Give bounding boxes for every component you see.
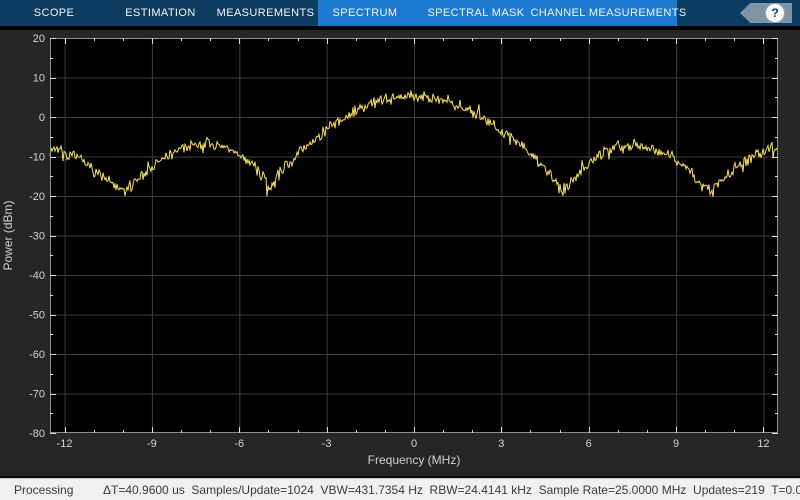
svg-text:-20: -20 [29, 191, 45, 203]
svg-text:0: 0 [411, 438, 417, 450]
x-axis-label: Frequency (MHz) [368, 453, 461, 467]
x-axis-tick-labels: -12 -9 -6 -3 0 3 6 9 12 [57, 438, 770, 450]
tab-spectral-mask[interactable]: SPECTRAL MASK [412, 0, 540, 26]
svg-text:-9: -9 [147, 438, 157, 450]
toolstrip: SCOPE ESTIMATION MEASUREMENTS SPECTRUM S… [0, 0, 800, 26]
status-stats: ΔT=40.9600 us Samples/Update=1024 VBW=43… [103, 483, 800, 497]
tab-estimation[interactable]: ESTIMATION [108, 0, 213, 26]
svg-text:10: 10 [33, 73, 45, 85]
svg-text:-12: -12 [57, 438, 73, 450]
contextual-tab-group: SPECTRUM SPECTRAL MASK CHANNEL MEASUREME… [318, 0, 677, 26]
spectrum-plot: -12-9-6-303691220100-10-20-30-40-50-60-7… [0, 30, 800, 476]
svg-text:-3: -3 [322, 438, 332, 450]
tab-scope[interactable]: SCOPE [0, 0, 108, 26]
status-bar: Processing ΔT=40.9600 us Samples/Update=… [0, 478, 800, 500]
svg-text:6: 6 [586, 438, 592, 450]
svg-text:-10: -10 [29, 152, 45, 164]
svg-text:9: 9 [673, 438, 679, 450]
svg-text:-40: -40 [29, 270, 45, 282]
svg-text:3: 3 [498, 438, 504, 450]
svg-text:-30: -30 [29, 231, 45, 243]
svg-text:-6: -6 [234, 438, 244, 450]
help-icon[interactable]: ? [765, 3, 785, 23]
svg-text:-50: -50 [29, 310, 45, 322]
spectrum-analyzer-display: -12-9-6-303691220100-10-20-30-40-50-60-7… [0, 30, 800, 476]
status-state: Processing [14, 483, 73, 497]
svg-text:-70: -70 [29, 389, 45, 401]
y-axis-label: Power (dBm) [1, 200, 15, 270]
svg-text:12: 12 [757, 438, 769, 450]
svg-text:0: 0 [39, 112, 45, 124]
tab-measurements[interactable]: MEASUREMENTS [213, 0, 318, 26]
svg-text:20: 20 [33, 33, 45, 45]
svg-text:-80: -80 [29, 428, 45, 440]
tab-channel-measurements[interactable]: CHANNEL MEASUREMENTS [540, 0, 677, 26]
tab-spectrum[interactable]: SPECTRUM [318, 0, 412, 26]
y-axis-tick-labels: 20 10 0 -10 -20 -30 -40 -50 -60 -70 -80 [29, 33, 45, 440]
svg-text:-60: -60 [29, 349, 45, 361]
